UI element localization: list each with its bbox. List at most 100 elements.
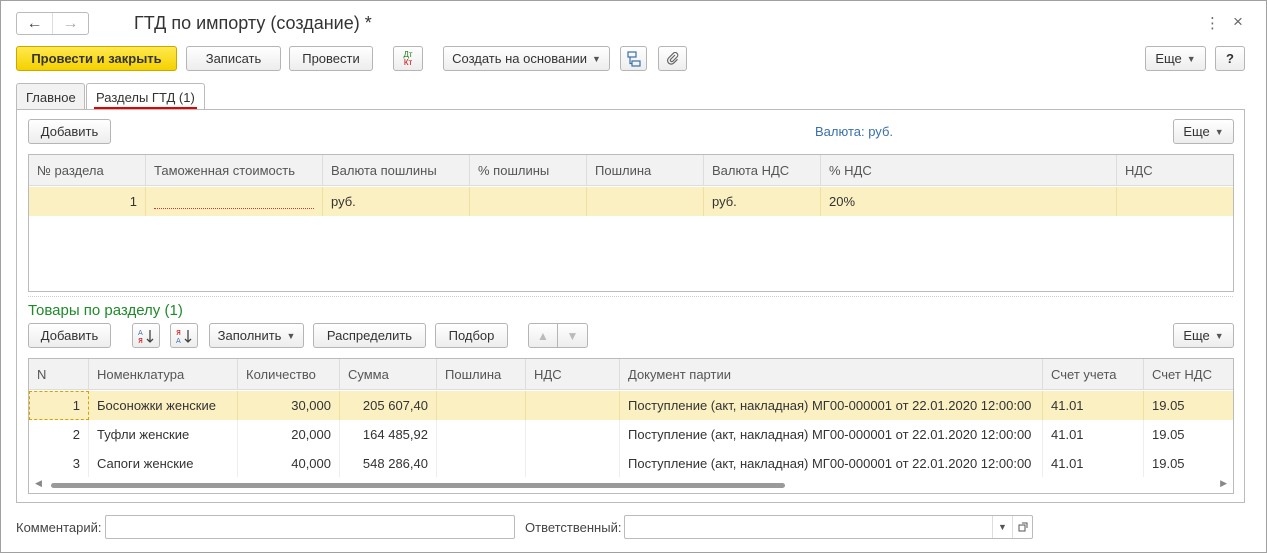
- column-header[interactable]: № раздела: [29, 155, 146, 185]
- sum-cell[interactable]: 164 485,92: [340, 420, 437, 449]
- sort-descending-button[interactable]: Я А: [170, 323, 198, 348]
- sum-cell[interactable]: 548 286,40: [340, 449, 437, 478]
- column-header[interactable]: Документ партии: [620, 359, 1043, 389]
- svg-text:Я: Я: [176, 329, 181, 337]
- chevron-down-icon: ▼: [1214, 126, 1224, 137]
- vat-cell[interactable]: [526, 420, 620, 449]
- scrollbar-thumb[interactable]: [51, 483, 785, 488]
- account-cell[interactable]: 41.01: [1043, 420, 1144, 449]
- table-row[interactable]: 1 руб. руб. 20%: [29, 187, 1233, 216]
- duty-cell[interactable]: [587, 187, 704, 216]
- vat-account-cell[interactable]: 19.05: [1144, 391, 1233, 420]
- goods-more-button[interactable]: Еще ▼: [1173, 323, 1234, 348]
- quantity-cell[interactable]: 30,000: [238, 391, 340, 420]
- more-actions-icon[interactable]: ⋮: [1205, 14, 1220, 32]
- vat-cell[interactable]: [526, 449, 620, 478]
- add-section-button[interactable]: Добавить: [28, 119, 111, 144]
- item-cell[interactable]: Туфли женские: [89, 420, 238, 449]
- move-down-button[interactable]: ▼: [557, 323, 588, 348]
- help-button[interactable]: ?: [1215, 46, 1245, 71]
- row-number-cell[interactable]: 1: [29, 391, 89, 420]
- close-icon[interactable]: ×: [1233, 12, 1243, 32]
- column-header[interactable]: Сумма: [340, 359, 437, 389]
- back-button[interactable]: ←: [17, 13, 52, 34]
- column-header[interactable]: Количество: [238, 359, 340, 389]
- batch-document-cell[interactable]: Поступление (акт, накладная) МГ00-000001…: [620, 449, 1043, 478]
- chevron-down-icon: ▼: [1186, 53, 1196, 64]
- column-header[interactable]: Номенклатура: [89, 359, 238, 389]
- section-number-cell[interactable]: 1: [29, 187, 146, 216]
- structure-button[interactable]: [620, 46, 647, 71]
- scroll-left-icon[interactable]: ◀: [35, 478, 42, 489]
- column-header[interactable]: N: [29, 359, 89, 389]
- open-icon[interactable]: [1012, 516, 1032, 538]
- column-header[interactable]: Пошлина: [587, 155, 704, 185]
- tab-main[interactable]: Главное: [16, 83, 85, 110]
- horizontal-scrollbar[interactable]: ◀ ▶: [29, 477, 1233, 493]
- comment-field[interactable]: [105, 515, 515, 539]
- column-header[interactable]: % пошлины: [470, 155, 587, 185]
- duty-cell[interactable]: [437, 420, 526, 449]
- vat-cell[interactable]: [1117, 187, 1233, 216]
- move-up-button[interactable]: ▲: [528, 323, 558, 348]
- column-header[interactable]: Счет учета: [1043, 359, 1144, 389]
- vat-percent-cell[interactable]: 20%: [821, 187, 1117, 216]
- account-cell[interactable]: 41.01: [1043, 449, 1144, 478]
- create-based-on-button[interactable]: Создать на основании ▼: [443, 46, 610, 71]
- sort-ascending-icon: А Я: [138, 329, 154, 345]
- account-cell[interactable]: 41.01: [1043, 391, 1144, 420]
- chevron-down-icon[interactable]: ▼: [992, 516, 1012, 538]
- batch-document-cell[interactable]: Поступление (акт, накладная) МГ00-000001…: [620, 420, 1043, 449]
- section-divider: [28, 296, 1233, 297]
- forward-button[interactable]: →: [52, 13, 88, 34]
- item-cell[interactable]: Босоножки женские: [89, 391, 238, 420]
- sum-cell[interactable]: 205 607,40: [340, 391, 437, 420]
- column-header[interactable]: % НДС: [821, 155, 1117, 185]
- row-number-cell[interactable]: 2: [29, 420, 89, 449]
- column-header[interactable]: Счет НДС: [1144, 359, 1233, 389]
- column-header[interactable]: НДС: [526, 359, 620, 389]
- scroll-right-icon[interactable]: ▶: [1220, 478, 1227, 489]
- comment-label: Комментарий:: [16, 520, 102, 535]
- add-goods-button[interactable]: Добавить: [28, 323, 111, 348]
- sort-ascending-button[interactable]: А Я: [132, 323, 160, 348]
- column-header[interactable]: НДС: [1117, 155, 1233, 185]
- vat-account-cell[interactable]: 19.05: [1144, 420, 1233, 449]
- vat-currency-cell[interactable]: руб.: [704, 187, 821, 216]
- item-cell[interactable]: Сапоги женские: [89, 449, 238, 478]
- duty-percent-cell[interactable]: [470, 187, 587, 216]
- sections-table-header: № раздела Таможенная стоимость Валюта по…: [29, 155, 1233, 186]
- save-button[interactable]: Записать: [186, 46, 281, 71]
- distribute-button[interactable]: Распределить: [313, 323, 426, 348]
- pick-button[interactable]: Подбор: [435, 323, 508, 348]
- vat-cell[interactable]: [526, 391, 620, 420]
- responsible-field[interactable]: ▼: [624, 515, 1033, 539]
- batch-document-cell[interactable]: Поступление (акт, накладная) МГ00-000001…: [620, 391, 1043, 420]
- quantity-cell[interactable]: 20,000: [238, 420, 340, 449]
- duty-currency-cell[interactable]: руб.: [323, 187, 470, 216]
- fill-button[interactable]: Заполнить ▼: [209, 323, 304, 348]
- column-header[interactable]: Валюта пошлины: [323, 155, 470, 185]
- duty-cell[interactable]: [437, 391, 526, 420]
- row-number-cell[interactable]: 3: [29, 449, 89, 478]
- sections-more-button[interactable]: Еще ▼: [1173, 119, 1234, 144]
- dt-kt-button[interactable]: Дт Кт: [393, 46, 423, 71]
- customs-value-cell[interactable]: [146, 187, 323, 216]
- table-row[interactable]: 1 Босоножки женские 30,000 205 607,40 По…: [29, 391, 1233, 420]
- goods-table-header: N Номенклатура Количество Сумма Пошлина …: [29, 359, 1233, 390]
- table-row[interactable]: 3 Сапоги женские 40,000 548 286,40 Посту…: [29, 449, 1233, 478]
- table-row[interactable]: 2 Туфли женские 20,000 164 485,92 Поступ…: [29, 420, 1233, 449]
- attach-button[interactable]: [658, 46, 687, 71]
- vat-account-cell[interactable]: 19.05: [1144, 449, 1233, 478]
- column-header[interactable]: Таможенная стоимость: [146, 155, 323, 185]
- svg-text:А: А: [138, 329, 143, 337]
- more-button[interactable]: Еще ▼: [1145, 46, 1206, 71]
- column-header[interactable]: Пошлина: [437, 359, 526, 389]
- tab-gtd-sections[interactable]: Разделы ГТД (1): [86, 83, 205, 111]
- duty-cell[interactable]: [437, 449, 526, 478]
- post-and-close-button[interactable]: Провести и закрыть: [16, 46, 177, 71]
- post-button[interactable]: Провести: [289, 46, 373, 71]
- currency-label: Валюта: руб.: [815, 124, 893, 139]
- column-header[interactable]: Валюта НДС: [704, 155, 821, 185]
- quantity-cell[interactable]: 40,000: [238, 449, 340, 478]
